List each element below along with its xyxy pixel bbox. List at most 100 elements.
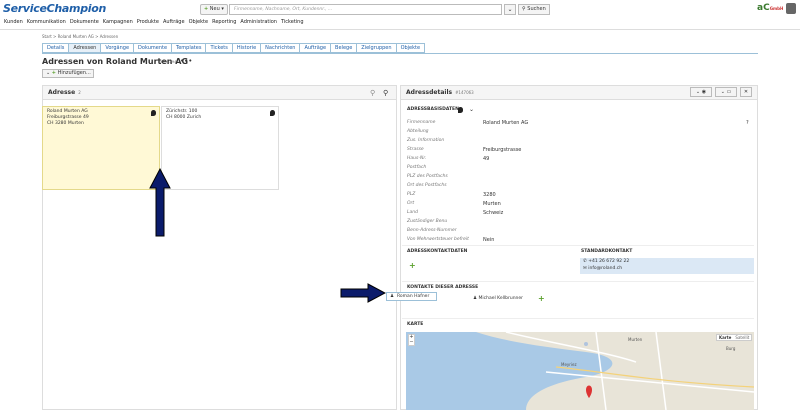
menu-item[interactable]: Reporting: [212, 17, 236, 27]
menu-item[interactable]: Objekte: [189, 17, 209, 27]
search-icon[interactable]: ⚲: [370, 86, 375, 100]
map-type-map[interactable]: Karte: [717, 335, 733, 340]
field-value[interactable]: Murten: [483, 201, 501, 207]
field-value[interactable]: Schweiz: [483, 210, 503, 216]
divider: [402, 281, 754, 282]
tab[interactable]: Historie: [231, 43, 261, 53]
address-card[interactable]: Roland Murten AG Freiburgstrasse 49 CH 3…: [42, 106, 160, 190]
chevron-down-icon[interactable]: ⌄: [469, 106, 474, 113]
tab[interactable]: Aufträge: [299, 43, 331, 53]
map-type-switch: Karte Satellit: [716, 334, 753, 341]
print-button[interactable]: ⌄ ▭: [715, 87, 737, 97]
map-type-satellite[interactable]: Satellit: [733, 335, 751, 340]
section-title: ADRESSBASISDATEN: [407, 107, 459, 112]
map-pin-icon[interactable]: [151, 110, 156, 116]
tab[interactable]: Tickets: [205, 43, 232, 53]
plus-icon: +: [204, 6, 209, 12]
new-button-label: Neu: [209, 6, 220, 12]
field-label: Firmenname: [407, 120, 436, 125]
details-id: #147063: [455, 90, 474, 95]
tab[interactable]: Objekte: [395, 43, 426, 53]
addresses-panel-title: Adresse: [48, 89, 76, 96]
address-card[interactable]: Zürichstr. 100 CH 8000 Zurich: [161, 106, 279, 190]
menu-item[interactable]: Kampagnen: [103, 17, 133, 27]
add-contact-data-icon[interactable]: +: [409, 261, 416, 270]
field-label: Benn-Adress-Nummer: [407, 228, 457, 233]
tab[interactable]: Adressen: [68, 43, 101, 53]
tab-divider: [42, 53, 758, 54]
search-button-label: Suchen: [527, 6, 546, 12]
more-icon[interactable]: •••: [180, 57, 192, 65]
field-value[interactable]: Nein: [483, 237, 494, 243]
search-button[interactable]: ⚲ Suchen: [518, 4, 550, 15]
tab[interactable]: Zielgruppen: [356, 43, 396, 53]
map-pin-icon[interactable]: [458, 107, 463, 113]
main-menu: Kunden Kommunikation Dokumente Kampagnen Pro…: [0, 17, 800, 27]
contact-roman-hafner[interactable]: ♟ Roman Hafner: [386, 292, 437, 301]
help-icon[interactable]: ?: [746, 120, 749, 126]
section-contacts: KONTAKTE DIESER ADRESSE: [407, 285, 479, 290]
add-contact-icon[interactable]: +: [538, 294, 545, 303]
tab[interactable]: Vorgänge: [100, 43, 134, 53]
chevron-down-icon[interactable]: ⌄: [504, 4, 516, 15]
annotation-arrow-up-icon: [149, 168, 171, 237]
menu-item[interactable]: Ticketing: [281, 17, 304, 27]
field-label: Von Mehrwertsteuer befreit: [407, 237, 469, 242]
brand-small-text: GmbH: [769, 6, 784, 11]
section-standard-contact: STANDARDKONTAKT: [581, 249, 633, 254]
field-label: Abteilung: [407, 129, 429, 134]
tab[interactable]: Dokumente: [133, 43, 172, 53]
close-button[interactable]: ✕: [740, 87, 752, 97]
menu-item[interactable]: Dokumente: [70, 17, 99, 27]
map-label: Meyriez: [561, 362, 577, 367]
add-button[interactable]: ⌄ + Hinzufügen...: [42, 69, 94, 78]
tab[interactable]: Details: [42, 43, 69, 53]
menu-item[interactable]: Aufträge: [163, 17, 185, 27]
email-row[interactable]: ✉ info@roland.ch: [583, 266, 622, 271]
print-icon: ▭: [726, 89, 732, 95]
field-label: Postfach: [407, 165, 427, 170]
menu-item[interactable]: Kommunikation: [27, 17, 66, 27]
breadcrumb[interactable]: Start > Roland Murten AG > Adressen: [42, 34, 118, 39]
field-label: PLZ: [407, 192, 416, 197]
field-label: Zuständiger Benu: [407, 219, 448, 224]
field-value[interactable]: 49: [483, 156, 489, 162]
contact-name: Michael Kellbrunner: [478, 296, 524, 301]
settings-button[interactable]: ⌄ ◉: [690, 87, 712, 97]
brand-logo: aCGmbH: [757, 3, 783, 13]
tab[interactable]: Belege: [330, 43, 357, 53]
map-pin-icon[interactable]: [270, 110, 275, 116]
zoom-out-icon[interactable]: −: [409, 340, 414, 345]
map[interactable]: + − Karte Satellit Murten Meyriez Burg: [406, 332, 754, 410]
section-map: KARTE: [407, 322, 424, 327]
search-input[interactable]: Firmenname, Nachname, Ort, Kundennr., ..…: [229, 4, 502, 15]
field-value[interactable]: 3280: [483, 192, 496, 198]
addresses-panel-header: Adresse 2 ⚲ ⚲: [43, 86, 396, 100]
menu-item[interactable]: Produkte: [137, 17, 159, 27]
new-button[interactable]: + Neu ▾: [200, 4, 228, 15]
user-avatar[interactable]: [786, 3, 796, 14]
menu-item[interactable]: Kunden: [4, 17, 23, 27]
field-label: Haus-Nr.: [407, 156, 427, 161]
field-label: Strasse: [407, 147, 424, 152]
map-pin-icon[interactable]: ⚲: [383, 86, 388, 100]
phone-row[interactable]: ✆ +41 26 672 92 22: [583, 259, 629, 264]
section-base-data: ADRESSBASISDATEN: [407, 107, 459, 112]
chevron-down-icon: ⌄: [695, 89, 701, 95]
person-icon: ♟: [473, 296, 478, 301]
tab[interactable]: Nachrichten: [260, 43, 300, 53]
divider: [402, 318, 754, 319]
field-value[interactable]: Roland Murten AG: [483, 120, 528, 126]
address-line: CH 8000 Zurich: [166, 115, 202, 120]
zoom-controls[interactable]: + −: [408, 334, 415, 346]
contact-michael-kellbrunner[interactable]: ♟ Michael Kellbrunner: [473, 296, 523, 301]
address-line: CH 3280 Murten: [47, 121, 84, 126]
phone-value: +41 26 672 92 22: [588, 259, 630, 264]
field-value[interactable]: Freiburgstrasse: [483, 147, 521, 153]
tab[interactable]: Templates: [171, 43, 206, 53]
annotation-arrow-right-icon: [340, 283, 386, 303]
field-label: PLZ des Postfachs: [407, 174, 448, 179]
menu-item[interactable]: Administration: [240, 17, 277, 27]
app-logo[interactable]: ServiceChampion: [3, 2, 106, 15]
person-icon: ♟: [390, 294, 395, 299]
